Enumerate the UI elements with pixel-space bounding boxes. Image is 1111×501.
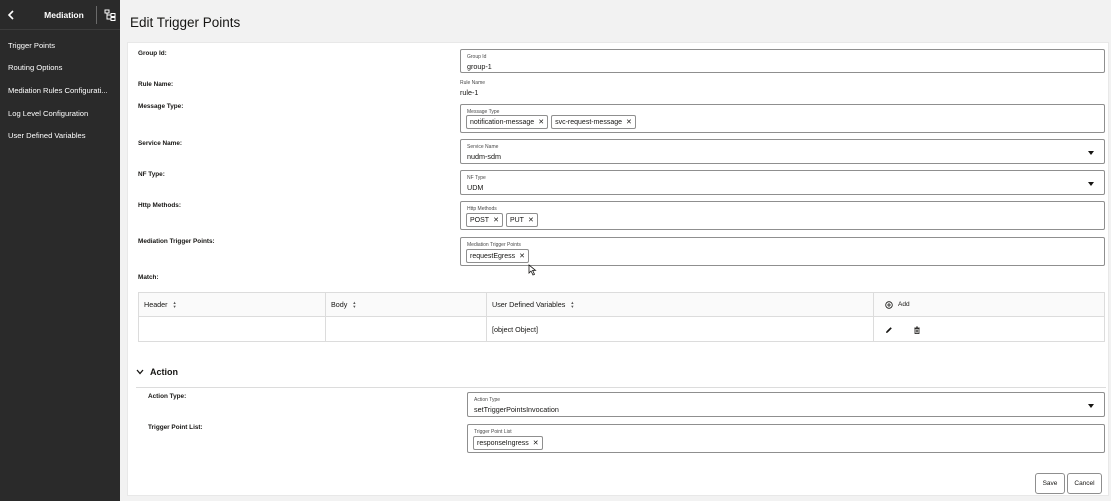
- rule-name-row-label: Rule Name:: [138, 81, 174, 88]
- sort-icon[interactable]: ▲ ▼: [352, 300, 356, 309]
- match-table: Header ▲ ▼ Body ▲ ▼ User Defined Variables…: [138, 292, 1105, 342]
- sort-icon[interactable]: ▲ ▼: [570, 300, 574, 309]
- service-name-value: nudm-sdm: [467, 152, 501, 161]
- message-type-row-label: Message Type:: [138, 103, 184, 110]
- table-row-actions: [874, 317, 1104, 342]
- mediation-trigger-points-field[interactable]: Mediation Trigger Points requestEgress ✕: [460, 237, 1105, 276]
- pencil-icon[interactable]: [885, 326, 893, 334]
- nf-type-field-label: NF Type: [467, 175, 486, 181]
- sidebar: Mediation Trigger Points Routing Options…: [0, 0, 120, 501]
- sidebar-item-log-level[interactable]: Log Level Configuration: [0, 102, 120, 125]
- action-section-toggle[interactable]: Action: [136, 367, 178, 377]
- trigger-point-chip: requestEgress ✕: [466, 249, 530, 263]
- http-methods-row-label: Http Methods:: [138, 202, 181, 209]
- trigger-point-list-field[interactable]: Trigger Point List responseIngress ✕: [467, 424, 1105, 453]
- remove-chip-icon[interactable]: ✕: [538, 118, 544, 126]
- message-type-chip: notification-message ✕: [466, 115, 549, 129]
- service-name-select[interactable]: Service Name nudm-sdm: [460, 139, 1105, 164]
- action-type-value: setTriggerPointsInvocation: [474, 405, 559, 414]
- remove-chip-icon[interactable]: ✕: [626, 118, 632, 126]
- sidebar-item-routing-options[interactable]: Routing Options: [0, 57, 120, 80]
- http-method-chip: PUT ✕: [505, 213, 538, 227]
- main-content: Edit Trigger Points Group Id: Group Id g…: [121, 0, 1111, 501]
- sidebar-item-mediation-rules[interactable]: Mediation Rules Configurati...: [0, 79, 120, 102]
- chevron-down-icon: [1088, 182, 1094, 186]
- remove-chip-icon[interactable]: ✕: [519, 252, 525, 260]
- table-cell-udv: [object Object]: [487, 317, 874, 342]
- chevron-left-icon: [7, 9, 14, 20]
- group-id-row-label: Group Id:: [138, 50, 167, 57]
- http-method-chip: POST ✕: [466, 213, 503, 227]
- hierarchy-button[interactable]: [101, 6, 119, 24]
- sort-icon[interactable]: ▲ ▼: [173, 300, 177, 309]
- column-header-user-defined-variables[interactable]: User Defined Variables ▲ ▼: [487, 293, 874, 317]
- rule-name-field-label: Rule Name: [460, 80, 486, 86]
- section-divider: [136, 387, 1106, 388]
- cancel-button[interactable]: Cancel: [1067, 473, 1102, 494]
- sidebar-header: Mediation: [0, 0, 120, 30]
- message-type-chip: svc-request-message ✕: [551, 115, 636, 129]
- remove-chip-icon[interactable]: ✕: [528, 216, 534, 224]
- group-id-value: group-1: [467, 62, 492, 71]
- group-id-field[interactable]: Group Id group-1: [460, 49, 1105, 73]
- remove-chip-icon[interactable]: ✕: [533, 439, 539, 447]
- action-type-select[interactable]: Action Type setTriggerPointsInvocation: [467, 392, 1105, 417]
- http-methods-field-label: Http Methods: [467, 206, 497, 212]
- sidebar-item-trigger-points[interactable]: Trigger Points: [0, 34, 120, 57]
- form-card: Group Id: Group Id group-1 Rule Name: Ru…: [127, 42, 1109, 496]
- add-button[interactable]: Add: [874, 293, 1104, 317]
- hierarchy-icon: [104, 9, 116, 21]
- page-title: Edit Trigger Points: [130, 15, 241, 30]
- column-header-body[interactable]: Body ▲ ▼: [326, 293, 487, 317]
- save-button[interactable]: Save: [1035, 473, 1065, 494]
- service-name-row-label: Service Name:: [138, 140, 183, 147]
- action-section-label: Action: [150, 367, 178, 377]
- group-id-field-label: Group Id: [467, 54, 487, 60]
- mouse-cursor-icon: [528, 264, 537, 276]
- trigger-point-list-chip: responseIngress ✕: [473, 436, 543, 450]
- table-cell-body: [326, 317, 487, 342]
- add-label: Add: [898, 301, 910, 308]
- mediation-trigger-points-row-label: Mediation Trigger Points:: [138, 238, 215, 245]
- action-type-field-label: Action Type: [474, 397, 501, 403]
- add-circle-icon: [885, 300, 893, 309]
- trigger-point-list-field-label: Trigger Point List: [474, 429, 512, 435]
- back-button[interactable]: [0, 0, 22, 30]
- column-header-header[interactable]: Header ▲ ▼: [139, 293, 326, 317]
- nf-type-select[interactable]: NF Type UDM: [460, 170, 1105, 195]
- sidebar-item-user-defined-variables[interactable]: User Defined Variables: [0, 124, 120, 147]
- nf-type-row-label: NF Type:: [138, 171, 165, 178]
- chevron-down-icon: [1088, 151, 1094, 155]
- remove-chip-icon[interactable]: ✕: [493, 216, 499, 224]
- chevron-down-icon: [1088, 404, 1094, 408]
- match-row-label: Match:: [138, 274, 159, 281]
- action-type-row-label: Action Type:: [148, 393, 187, 400]
- header-divider: [96, 6, 97, 24]
- chevron-down-icon: [136, 369, 144, 375]
- trigger-point-list-row-label: Trigger Point List:: [148, 424, 203, 431]
- rule-name-value: rule-1: [460, 88, 479, 97]
- trash-icon[interactable]: [913, 326, 921, 334]
- nf-type-value: UDM: [467, 183, 484, 192]
- message-type-field[interactable]: Message Type notification-message ✕ svc-r…: [460, 104, 1105, 133]
- service-name-field-label: Service Name: [467, 144, 499, 150]
- http-methods-field[interactable]: Http Methods POST ✕ PUT ✕: [460, 201, 1105, 230]
- table-cell-header: [139, 317, 326, 342]
- mediation-trigger-points-field-label: Mediation Trigger Points: [467, 242, 521, 248]
